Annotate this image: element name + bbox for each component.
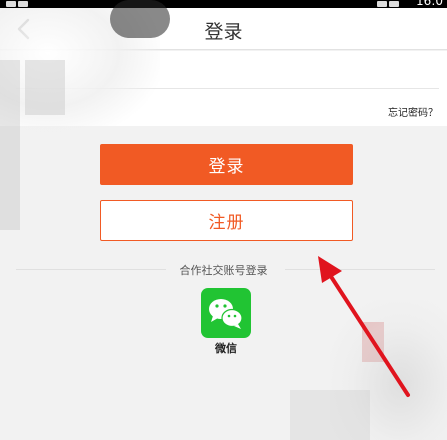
redaction-overlay <box>290 390 370 440</box>
forgot-password-link[interactable]: 忘记密码？ <box>388 104 438 119</box>
nav-bar: 登录 <box>0 8 447 50</box>
status-time: 16:0 <box>416 0 443 8</box>
signal-icon <box>377 1 387 7</box>
notification-icon <box>18 1 28 7</box>
status-bar: 16:0 <box>0 0 447 8</box>
battery-icon <box>389 1 399 7</box>
login-button[interactable]: 登录 <box>100 144 353 185</box>
notification-icon <box>6 1 16 7</box>
wechat-login-button[interactable] <box>201 288 251 338</box>
register-button[interactable]: 注册 <box>100 200 353 241</box>
page-title: 登录 <box>204 21 243 43</box>
redaction-overlay <box>330 300 447 440</box>
social-login-label: 合作社交账号登录 <box>179 264 268 277</box>
redaction-overlay <box>362 322 384 362</box>
login-form <box>0 51 447 126</box>
wechat-label: 微信 <box>215 342 237 355</box>
username-field[interactable] <box>16 61 276 81</box>
wechat-icon <box>209 299 243 329</box>
password-field[interactable] <box>16 96 276 116</box>
form-divider <box>16 88 439 89</box>
